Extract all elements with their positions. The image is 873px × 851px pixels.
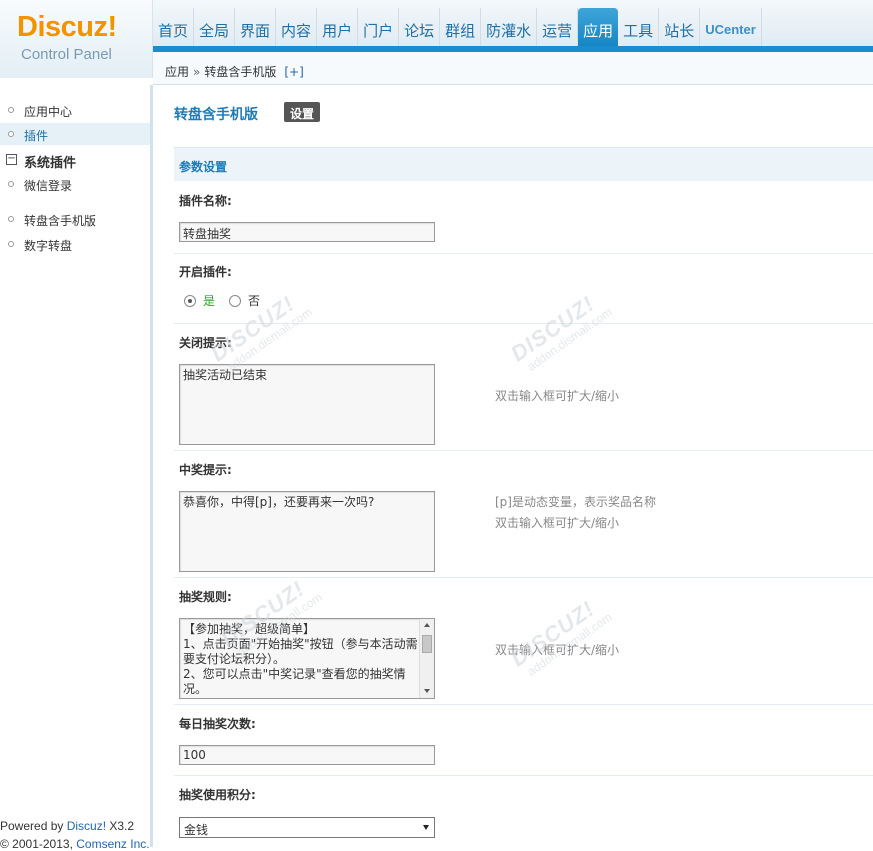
win-message-hint-resize: 双击输入框可扩大/缩小 (495, 516, 620, 530)
header: Discuz! Control Panel 首页 全局 界面 内容 用户 门户 … (0, 0, 873, 85)
footer-copy-prefix: © 2001-2013, (0, 837, 77, 851)
top-nav-item-group[interactable]: 群组 (440, 8, 482, 46)
plugin-name-input[interactable]: 转盘抽奖 (179, 222, 435, 242)
credit-type-select[interactable]: 金钱 (179, 817, 435, 838)
breadcrumb-root[interactable]: 应用 (165, 65, 189, 79)
sidebar-item-label: 转盘含手机版 (24, 214, 97, 228)
footer-powered-prefix: Powered by (0, 819, 67, 833)
collapse-toggle-icon[interactable]: − (6, 154, 17, 165)
row-divider (174, 450, 873, 451)
breadcrumb-separator: » (193, 65, 201, 79)
top-nav-item-style[interactable]: 界面 (235, 8, 277, 46)
sidebar-item-plugins[interactable]: 插件 (0, 123, 150, 145)
enable-no-radio[interactable] (229, 294, 242, 307)
rules-text: 【参加抽奖，超级简单】 1、点击页面"开始抽奖"按钮（参与本活动需要支付论坛积分… (183, 622, 418, 696)
row-divider (174, 704, 873, 705)
top-nav-item-home[interactable]: 首页 (153, 8, 195, 46)
daily-count-label: 每日抽奖次数: (179, 717, 256, 731)
logo-main-text: Discuz! (17, 11, 117, 43)
close-message-label: 关闭提示: (179, 336, 232, 350)
plugin-name-label: 插件名称: (179, 194, 232, 208)
watermark-url: addon.dismall.com (524, 304, 615, 374)
bullet-icon (8, 107, 14, 113)
logo[interactable]: Discuz! Control Panel (0, 0, 153, 78)
bullet-icon (8, 181, 14, 187)
footer-discuz-link[interactable]: Discuz! (67, 819, 106, 833)
sidebar-group-label: 系统插件 (24, 156, 77, 171)
footer-comsenz-link[interactable]: Comsenz Inc. (76, 837, 149, 851)
sidebar-item-app-center[interactable]: 应用中心 (0, 99, 150, 121)
add-to-favorites-link[interactable]: [+] (284, 65, 303, 79)
enable-yes-radio[interactable] (184, 294, 196, 307)
row-divider (174, 577, 873, 578)
daily-count-input[interactable]: 100 (179, 745, 435, 765)
chevron-down-icon (423, 825, 429, 830)
footer-powered-by: Powered by Discuz! X3.2 (0, 819, 134, 833)
top-nav-item-founder[interactable]: 站长 (659, 8, 701, 46)
top-nav-item-content[interactable]: 内容 (276, 8, 318, 46)
logo-sub-text: Control Panel (21, 46, 112, 63)
top-nav-item-forum[interactable]: 论坛 (399, 8, 441, 46)
row-divider (174, 253, 873, 254)
page-title: 转盘含手机版 (174, 107, 258, 123)
top-nav-item-ucenter[interactable]: UCenter (700, 8, 762, 46)
sidebar-group-system-plugins[interactable]: − 系统插件 (0, 148, 150, 171)
win-message-label: 中奖提示: (179, 463, 232, 477)
sidebar-item-wechat-login[interactable]: 微信登录 (0, 173, 150, 195)
tab-settings[interactable]: 设置 (284, 102, 321, 122)
close-message-textarea[interactable]: 抽奖活动已结束 (179, 364, 435, 445)
bullet-icon (8, 131, 14, 137)
credit-type-label: 抽奖使用积分: (179, 788, 256, 802)
scroll-down-icon[interactable] (424, 689, 430, 693)
row-divider (174, 775, 873, 776)
top-nav-item-apps[interactable]: 应用 (578, 8, 619, 46)
sidebar: 应用中心 插件 − 系统插件 微信登录 转盘含手机版 数字转盘 (0, 85, 153, 847)
rules-label: 抽奖规则: (179, 590, 232, 604)
watermark: DISCUZ! addon.dismall.com (506, 285, 615, 377)
enable-plugin-radio-group: 是 否 (184, 292, 274, 309)
top-nav-item-user[interactable]: 用户 (317, 8, 359, 46)
breadcrumb-current: 转盘含手机版 (204, 65, 277, 79)
sidebar-item-number-wheel[interactable]: 数字转盘 (0, 233, 150, 255)
top-nav-item-operation[interactable]: 运营 (537, 8, 579, 46)
rules-hint: 双击输入框可扩大/缩小 (495, 643, 620, 657)
win-message-hint-variable: [p]是动态变量，表示奖品名称 (495, 495, 656, 509)
sidebar-item-label: 应用中心 (24, 105, 73, 119)
close-message-hint: 双击输入框可扩大/缩小 (495, 389, 620, 403)
watermark: DISCUZ! addon.dismall.com (506, 590, 615, 682)
rules-textarea[interactable]: 【参加抽奖，超级简单】 1、点击页面"开始抽奖"按钮（参与本活动需要支付论坛积分… (179, 618, 435, 699)
top-nav-item-antispam[interactable]: 防灌水 (481, 8, 538, 46)
rules-scrollbar[interactable] (419, 619, 434, 698)
scroll-thumb[interactable] (422, 635, 432, 653)
top-nav-item-portal[interactable]: 门户 (358, 8, 400, 46)
bullet-icon (8, 241, 14, 247)
footer-version: X3.2 (106, 819, 135, 833)
sidebar-item-wheel-mobile[interactable]: 转盘含手机版 (0, 208, 150, 230)
sidebar-item-label: 插件 (24, 129, 49, 143)
footer-copyright: © 2001-2013, Comsenz Inc. (0, 837, 150, 851)
section-header: 参数设置 (174, 147, 873, 181)
enable-no-label[interactable]: 否 (248, 292, 260, 309)
enable-plugin-label: 开启插件: (179, 265, 232, 279)
sidebar-item-label: 数字转盘 (24, 239, 73, 253)
row-divider (174, 323, 873, 324)
enable-yes-label[interactable]: 是 (203, 292, 215, 309)
sidebar-item-label: 微信登录 (24, 179, 73, 193)
scroll-up-icon[interactable] (424, 623, 430, 627)
top-nav-item-global[interactable]: 全局 (194, 8, 236, 46)
credit-type-value: 金钱 (184, 823, 209, 837)
breadcrumb: 应用 » 转盘含手机版 [+] (153, 52, 873, 85)
watermark-brand: DISCUZ! (506, 290, 600, 367)
bullet-icon (8, 216, 14, 222)
top-nav: 首页 全局 界面 内容 用户 门户 论坛 群组 防灌水 运营 应用 工具 站长 … (153, 8, 762, 46)
top-nav-item-tools[interactable]: 工具 (618, 8, 660, 46)
win-message-textarea[interactable]: 恭喜你，中得[p]，还要再来一次吗? (179, 491, 435, 572)
main-content: 转盘含手机版 设置 参数设置 插件名称: 转盘抽奖 开启插件: 是 否 关闭提示… (156, 86, 873, 847)
